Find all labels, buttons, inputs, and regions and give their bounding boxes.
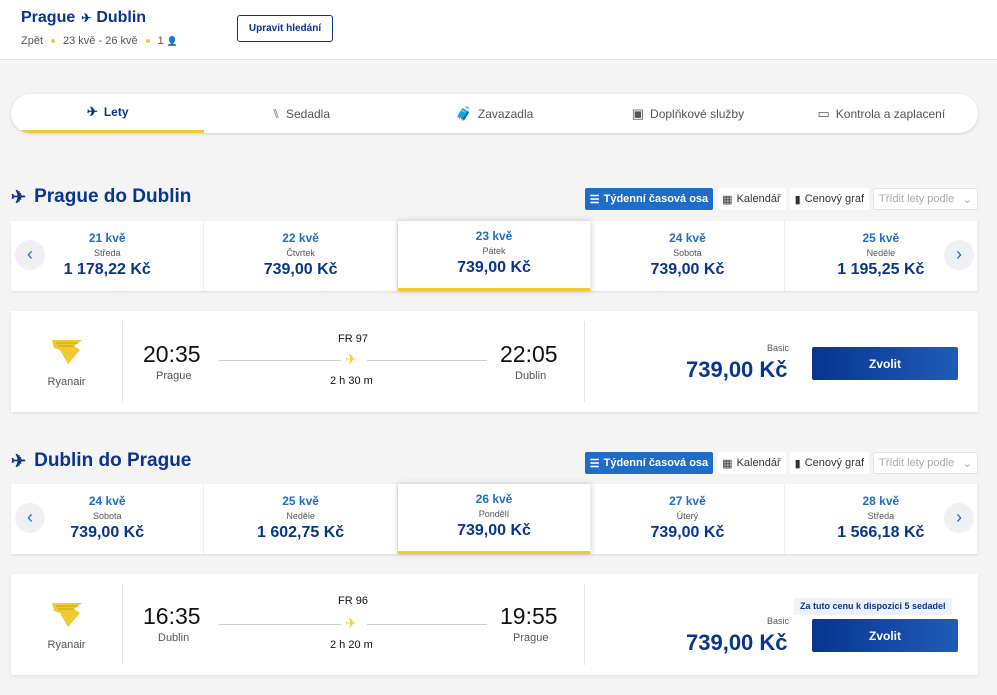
luggage-icon: 🧳 xyxy=(455,105,472,121)
step-label: Sedadla xyxy=(285,106,331,121)
chevron-left-icon[interactable]: ‹ xyxy=(15,503,45,533)
edit-search-button[interactable]: Upravit hledání xyxy=(237,15,333,42)
flight-line xyxy=(219,360,341,361)
arrival-city: Prague xyxy=(513,632,549,644)
weekly-timeline-button[interactable]: ☰ Týdenní časová osa xyxy=(584,452,714,474)
calendar-icon: ▦ xyxy=(722,193,733,206)
calendar-button[interactable]: ▦ Kalendář xyxy=(717,452,786,474)
select-flight-button[interactable]: Zvolit xyxy=(812,619,958,652)
seat-availability-badge: Za tuto cenu k dispozici 5 sedadel xyxy=(794,598,952,615)
passenger-count: 1 👤 xyxy=(157,35,179,47)
plane-icon: ✈ xyxy=(345,351,357,367)
departure-time: 20:35 xyxy=(143,341,201,367)
list-icon: ☰ xyxy=(589,193,600,206)
date-option[interactable]: 22 kvě Čtvrtek 739,00 Kč xyxy=(204,221,398,291)
flight-number: FR 97 xyxy=(338,333,368,345)
calendar-icon: ▦ xyxy=(722,457,733,470)
step-luggage[interactable]: 🧳 Zavazadla xyxy=(398,94,591,133)
flight-line xyxy=(367,624,487,625)
plane-icon: ✈ xyxy=(345,615,357,631)
airline-info: Ryanair xyxy=(11,584,123,665)
flight-line xyxy=(367,360,487,361)
card-divider xyxy=(584,321,585,402)
price-graph-button[interactable]: ▮ Cenový graf xyxy=(789,188,869,210)
ryanair-logo-icon xyxy=(11,336,122,371)
fare-price: 739,00 Kč xyxy=(686,630,788,655)
step-label: Zavazadla xyxy=(477,106,534,121)
price-graph-button[interactable]: ▮ Cenový graf xyxy=(789,452,869,474)
chevron-right-icon[interactable]: › xyxy=(944,240,974,270)
person-icon: 👤 xyxy=(166,36,179,46)
inbound-date-carousel: ‹ 24 kvě Sobota 739,00 Kč 25 kvě Neděle … xyxy=(11,484,979,554)
date-option-selected[interactable]: 26 kvě Pondělí 739,00 Kč xyxy=(397,484,592,554)
booking-steps: ✈ Lety ⑊ Sedadla 🧳 Zavazadla ▣ Doplňkové… xyxy=(11,94,978,133)
date-option-selected[interactable]: 23 kvě Pátek 739,00 Kč xyxy=(397,221,592,291)
seat-icon: ⑊ xyxy=(272,106,280,121)
outbound-view-tools: ☰ Týdenní časová osa ▦ Kalendář ▮ Cenový gr… xyxy=(584,188,978,210)
step-seats[interactable]: ⑊ Sedadla xyxy=(204,94,397,133)
inbound-view-tools: ☰ Týdenní časová osa ▦ Kalendář ▮ Cenový gr… xyxy=(584,452,978,474)
outbound-title: ✈ Prague do Dublin xyxy=(11,186,192,207)
departure-time: 16:35 xyxy=(143,603,201,629)
airline-info: Ryanair xyxy=(11,321,123,402)
sort-select[interactable]: Třídit lety podle ⌄ xyxy=(873,452,978,474)
date-option[interactable]: 27 kvě Úterý 739,00 Kč xyxy=(591,484,785,554)
ryanair-logo-icon xyxy=(11,599,122,634)
flight-number: FR 96 xyxy=(338,595,368,607)
departure-city: Dublin xyxy=(158,632,190,644)
separator-dot xyxy=(145,39,150,43)
fare-price: 739,00 Kč xyxy=(686,357,788,382)
list-icon: ☰ xyxy=(589,457,600,470)
step-extras[interactable]: ▣ Doplňkové služby xyxy=(591,94,784,133)
bus-icon: ▣ xyxy=(631,105,645,121)
weekly-timeline-button[interactable]: ☰ Týdenní časová osa xyxy=(584,188,714,210)
chevron-left-icon[interactable]: ‹ xyxy=(15,240,45,270)
departure-plane-icon: ✈ xyxy=(11,186,27,207)
top-header: Prague ✈ Dublin Zpět 23 kvě - 26 kvě 1 👤… xyxy=(0,0,997,60)
sort-select[interactable]: Třídit lety podle ⌄ xyxy=(873,188,978,210)
route-subtitle: Zpět 23 kvě - 26 kvě 1 👤 xyxy=(21,35,178,47)
step-flights[interactable]: ✈ Lety xyxy=(11,94,205,133)
select-flight-button[interactable]: Zvolit xyxy=(812,347,958,380)
flight-line xyxy=(219,624,341,625)
step-label: Kontrola a zaplacení xyxy=(835,106,946,121)
departure-city: Prague xyxy=(156,370,192,382)
step-label: Doplňkové služby xyxy=(650,106,745,121)
route-plane-icon: ✈ xyxy=(81,11,91,25)
card-icon: ▭ xyxy=(817,105,830,121)
inbound-flight-card: Ryanair 16:35 Dublin FR 96 ✈ 2 h 20 m 19… xyxy=(11,574,978,675)
chevron-down-icon: ⌄ xyxy=(962,193,972,206)
chevron-right-icon[interactable]: › xyxy=(944,503,974,533)
arrival-time: 19:55 xyxy=(500,603,558,629)
inbound-title: ✈ Dublin do Prague xyxy=(11,450,192,471)
trip-dates: 23 kvě - 26 kvě xyxy=(63,35,138,47)
step-checkout[interactable]: ▭ Kontrola a zaplacení xyxy=(785,94,978,133)
origin-city: Prague xyxy=(21,9,76,26)
fare-type: Basic xyxy=(767,616,790,626)
date-option[interactable]: 25 kvě Neděle 1 602,75 Kč xyxy=(204,484,398,554)
route-title: Prague ✈ Dublin xyxy=(21,9,146,27)
bar-chart-icon: ▮ xyxy=(794,193,801,206)
fare-type: Basic xyxy=(767,343,790,353)
destination-city: Dublin xyxy=(96,9,147,26)
separator-dot xyxy=(51,39,56,43)
back-link[interactable]: Zpět xyxy=(21,35,43,47)
flight-duration: 2 h 20 m xyxy=(330,639,373,651)
outbound-date-carousel: ‹ 21 kvě Středa 1 178,22 Kč 22 kvě Čtvrt… xyxy=(11,221,979,291)
outbound-flight-card: Ryanair 20:35 Prague FR 97 ✈ 2 h 30 m 22… xyxy=(11,311,978,412)
bar-chart-icon: ▮ xyxy=(794,457,801,470)
date-option[interactable]: 24 kvě Sobota 739,00 Kč xyxy=(591,221,785,291)
arrival-time: 22:05 xyxy=(500,341,558,367)
flight-duration: 2 h 30 m xyxy=(330,375,373,387)
step-label: Lety xyxy=(103,105,129,119)
chevron-down-icon: ⌄ xyxy=(962,457,972,470)
departure-plane-icon: ✈ xyxy=(11,450,27,471)
plane-icon: ✈ xyxy=(86,104,98,119)
arrival-city: Dublin xyxy=(515,370,547,382)
card-divider xyxy=(584,584,585,665)
calendar-button[interactable]: ▦ Kalendář xyxy=(717,188,786,210)
